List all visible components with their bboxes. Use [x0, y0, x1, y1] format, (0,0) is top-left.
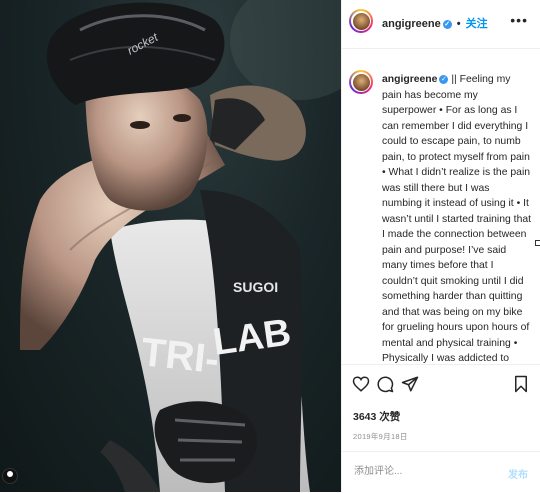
post-comment-button[interactable]: 发布 — [508, 466, 528, 481]
caption-username[interactable]: angigreene — [382, 74, 437, 85]
verified-icon: ✓ — [439, 74, 449, 84]
post-header: angigreene ✓ • 关注 ••• — [342, 0, 540, 49]
post-photo[interactable]: rocket TRI- LAB SUGOI — [0, 0, 341, 492]
heart-icon[interactable] — [352, 375, 370, 393]
comment-bar: 发布 — [342, 451, 540, 493]
jersey-brand: SUGOI — [233, 279, 278, 295]
jersey-text-tri: TRI- — [139, 330, 221, 382]
separator-dot: • — [456, 18, 461, 30]
caption-area[interactable]: angigreene ✓ || Feeling my pain has becom… — [342, 58, 540, 363]
caption-text: || Feeling my pain has become my superpo… — [382, 74, 532, 363]
author-username[interactable]: angigreene — [382, 18, 441, 30]
follow-button[interactable]: 关注 — [466, 18, 488, 30]
verified-icon: ✓ — [442, 19, 452, 29]
comment-icon[interactable] — [376, 375, 394, 393]
edge-mark — [535, 240, 540, 246]
share-icon[interactable] — [401, 375, 419, 393]
like-count[interactable]: 3643 次赞 — [353, 409, 400, 424]
author-avatar[interactable] — [349, 9, 373, 33]
more-icon[interactable]: ••• — [510, 12, 528, 28]
comment-input[interactable] — [352, 465, 496, 478]
user-tag-icon[interactable] — [2, 468, 18, 484]
photo-illustration: rocket TRI- LAB SUGOI — [0, 0, 341, 492]
caption: angigreene ✓ || Feeling my pain has becom… — [382, 72, 532, 363]
post-date: 2019年9月18日 — [353, 432, 408, 441]
bookmark-icon[interactable] — [512, 375, 530, 393]
author-info: angigreene ✓ • 关注 — [382, 15, 488, 31]
caption-avatar[interactable] — [349, 70, 373, 94]
post-sidebar: angigreene ✓ • 关注 ••• angigreene ✓ || Feel… — [341, 0, 540, 492]
action-bar — [342, 364, 540, 405]
